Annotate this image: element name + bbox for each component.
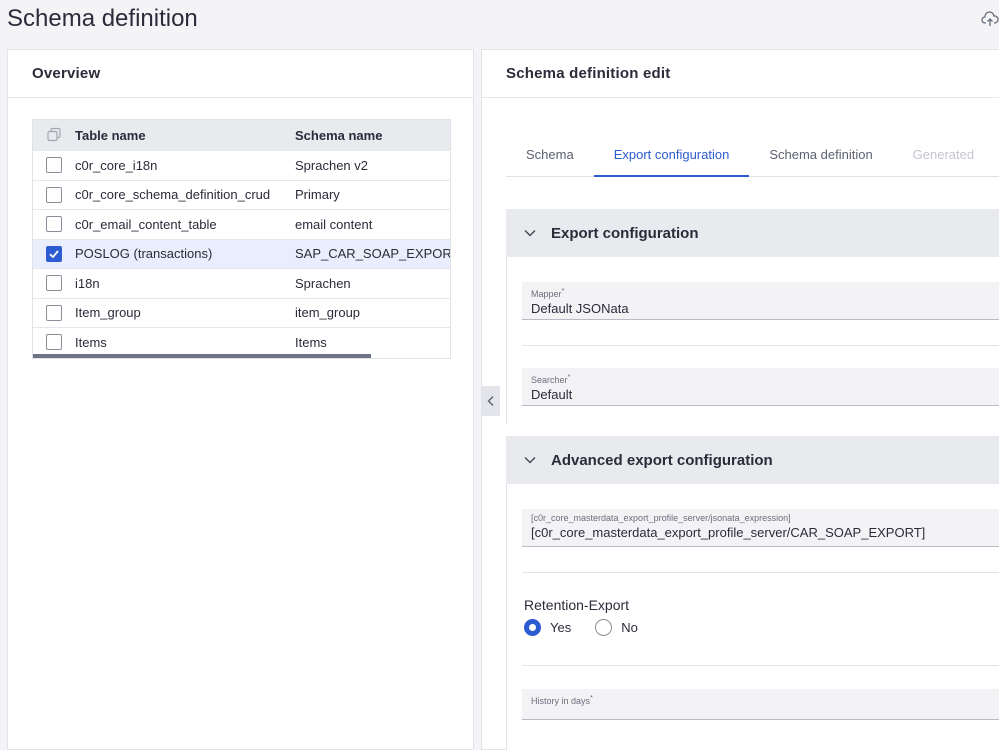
required-marker: * bbox=[561, 286, 565, 295]
cloud-upload-icon[interactable] bbox=[981, 10, 999, 28]
edit-title: Schema definition edit bbox=[482, 50, 999, 98]
tab-bar: Schema Export configuration Schema defin… bbox=[506, 137, 999, 177]
chevron-down-icon bbox=[524, 230, 536, 237]
table-row-selected[interactable]: POSLOG (transactions) SAP_CAR_SOAP_EXPOR… bbox=[33, 238, 450, 268]
collapse-panel-button[interactable] bbox=[481, 386, 500, 416]
export-configuration-header[interactable]: Export configuration bbox=[506, 209, 999, 257]
retention-no-label[interactable]: No bbox=[621, 620, 638, 635]
export-configuration-title: Export configuration bbox=[551, 224, 699, 242]
searcher-value: Default bbox=[531, 387, 573, 402]
row-checkbox[interactable] bbox=[46, 186, 62, 203]
cell-table-name: POSLOG (transactions) bbox=[75, 246, 213, 262]
select-all-cell[interactable] bbox=[33, 127, 75, 143]
history-in-days-field[interactable]: History in days* bbox=[522, 689, 999, 720]
table-row[interactable]: c0r_email_content_table email content bbox=[33, 209, 450, 239]
checkmark-icon bbox=[49, 250, 59, 259]
cell-schema-name: item_group bbox=[295, 305, 361, 321]
row-checkbox[interactable] bbox=[46, 334, 62, 351]
cell-schema-name: Sprachen bbox=[295, 275, 351, 291]
tab-schema-definition[interactable]: Schema definition bbox=[749, 137, 892, 176]
table-row[interactable]: Item_group item_group bbox=[33, 297, 450, 327]
divider bbox=[522, 665, 999, 666]
table-row[interactable]: c0r_core_i18n Sprachen v2 bbox=[33, 150, 450, 180]
advanced-export-configuration-header[interactable]: Advanced export configuration bbox=[506, 436, 999, 484]
retention-yes-radio[interactable] bbox=[524, 619, 541, 636]
jsonata-expression-field[interactable]: [c0r_core_masterdata_export_profile_serv… bbox=[522, 509, 999, 547]
divider bbox=[522, 572, 999, 573]
table-row[interactable]: c0r_core_schema_definition_crud Primary bbox=[33, 179, 450, 209]
jsonata-expression-label: [c0r_core_masterdata_export_profile_serv… bbox=[531, 513, 791, 523]
row-checkbox[interactable] bbox=[46, 275, 62, 292]
mapper-field[interactable]: Mapper* Default JSONata bbox=[522, 282, 999, 320]
cell-table-name: i18n bbox=[75, 275, 100, 291]
retention-yes-label[interactable]: Yes bbox=[550, 620, 571, 635]
cell-table-name: Items bbox=[75, 334, 107, 350]
table-row[interactable]: i18n Sprachen bbox=[33, 268, 450, 298]
cell-table-name: c0r_core_schema_definition_crud bbox=[75, 187, 271, 203]
cell-schema-name: SAP_CAR_SOAP_EXPORT bbox=[295, 246, 450, 262]
cell-schema-name: Sprachen v2 bbox=[295, 157, 368, 173]
history-in-days-label: History in days bbox=[531, 696, 591, 706]
chevron-left-icon bbox=[487, 396, 493, 406]
divider bbox=[522, 345, 999, 346]
overview-table: Table name Schema name c0r_core_i18n Spr… bbox=[32, 119, 451, 359]
tab-export-configuration[interactable]: Export configuration bbox=[593, 137, 750, 177]
required-marker: * bbox=[567, 372, 571, 381]
cell-table-name: Item_group bbox=[75, 305, 141, 321]
overview-panel: Overview Table name Schema name c0r_core… bbox=[7, 49, 474, 750]
row-checkbox[interactable] bbox=[46, 216, 62, 233]
horizontal-scrollbar[interactable] bbox=[33, 354, 371, 358]
jsonata-expression-value: [c0r_core_masterdata_export_profile_serv… bbox=[531, 525, 926, 540]
cell-table-name: c0r_core_i18n bbox=[75, 157, 158, 173]
retention-export-radio-group: Yes No bbox=[524, 619, 662, 636]
column-header-table-name[interactable]: Table name bbox=[75, 128, 295, 143]
table-header: Table name Schema name bbox=[33, 120, 450, 150]
row-checkbox[interactable] bbox=[46, 157, 62, 174]
copy-icon[interactable] bbox=[46, 127, 62, 143]
column-header-schema-name[interactable]: Schema name bbox=[295, 128, 450, 143]
page-title: Schema definition bbox=[7, 5, 198, 32]
row-checkbox-checked[interactable] bbox=[46, 245, 62, 262]
overview-title: Overview bbox=[8, 50, 473, 98]
tab-schema[interactable]: Schema bbox=[506, 137, 594, 176]
searcher-label: Searcher bbox=[531, 375, 568, 385]
searcher-field[interactable]: Searcher* Default bbox=[522, 368, 999, 406]
retention-export-label: Retention-Export bbox=[524, 597, 630, 613]
tab-generated: Generated bbox=[912, 147, 975, 162]
mapper-value: Default JSONata bbox=[531, 301, 629, 316]
mapper-label: Mapper bbox=[531, 289, 562, 299]
cell-table-name: c0r_email_content_table bbox=[75, 216, 217, 232]
row-checkbox[interactable] bbox=[46, 304, 62, 321]
cell-schema-name: email content bbox=[295, 216, 373, 232]
cell-schema-name: Items bbox=[295, 334, 327, 350]
chevron-down-icon bbox=[524, 457, 536, 464]
required-marker: * bbox=[590, 693, 593, 702]
retention-no-radio[interactable] bbox=[595, 619, 613, 636]
advanced-export-configuration-title: Advanced export configuration bbox=[551, 451, 773, 469]
table-row[interactable]: Items Items bbox=[33, 327, 450, 357]
cell-schema-name: Primary bbox=[295, 187, 340, 203]
